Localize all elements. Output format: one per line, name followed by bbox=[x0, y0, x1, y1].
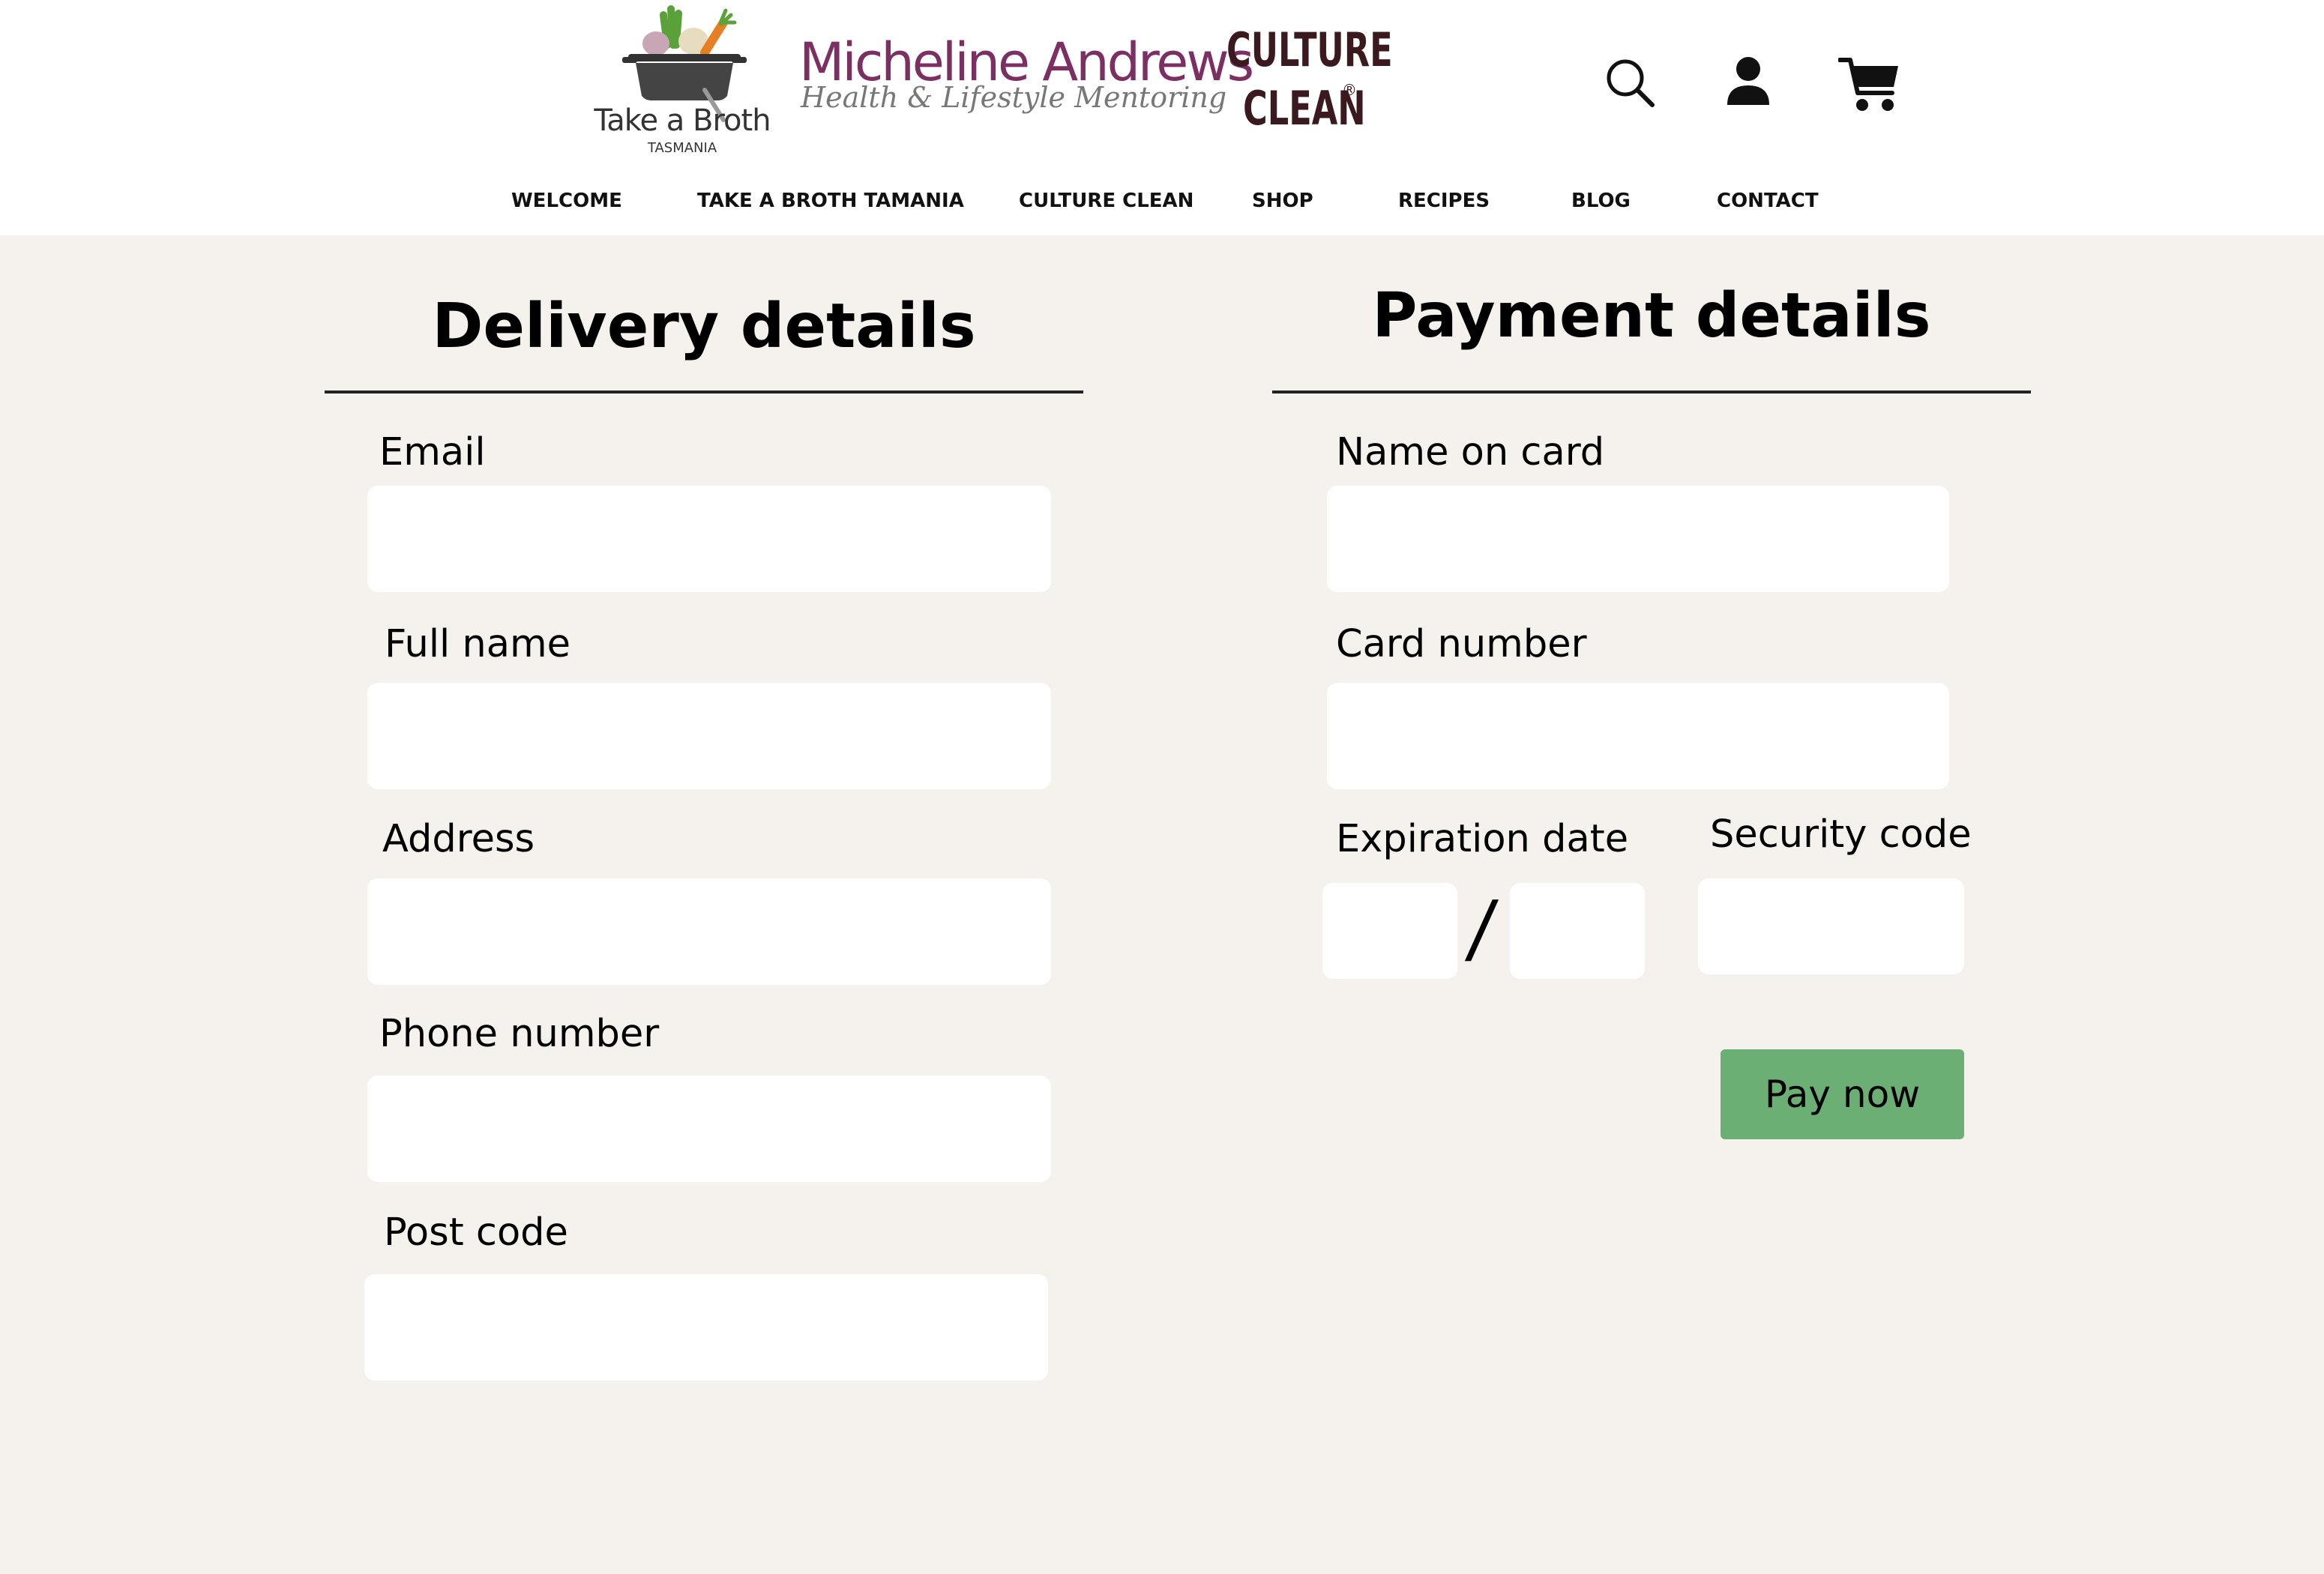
phone-number-field[interactable] bbox=[367, 1076, 1051, 1182]
broth-logo-subtext: TASMANIA bbox=[647, 140, 717, 156]
culture-clean-logo-line2[interactable]: CLEAN bbox=[1243, 81, 1366, 136]
phone-number-label: Phone number bbox=[379, 1012, 660, 1056]
post-code-label: Post code bbox=[384, 1210, 568, 1255]
nav-recipes[interactable]: RECIPES bbox=[1398, 190, 1490, 212]
registered-mark: ® bbox=[1342, 81, 1357, 99]
payment-divider bbox=[1272, 391, 2031, 394]
security-code-field[interactable] bbox=[1698, 878, 1964, 974]
search-icon[interactable] bbox=[1604, 57, 1657, 109]
cart-icon[interactable] bbox=[1837, 55, 1901, 114]
nav-culture-clean[interactable]: CULTURE CLEAN bbox=[1019, 190, 1193, 212]
user-icon[interactable] bbox=[1724, 55, 1772, 108]
full-name-field[interactable] bbox=[367, 683, 1051, 789]
card-number-label: Card number bbox=[1336, 622, 1587, 666]
expiry-month-field[interactable] bbox=[1322, 883, 1457, 979]
nav-contact[interactable]: CONTACT bbox=[1717, 190, 1819, 212]
expiry-year-field[interactable] bbox=[1510, 883, 1645, 979]
security-code-label: Security code bbox=[1710, 812, 1972, 857]
delivery-details-title: Delivery details bbox=[432, 291, 976, 362]
full-name-label: Full name bbox=[385, 622, 571, 666]
expiry-separator: / bbox=[1463, 884, 1501, 972]
nav-shop[interactable]: SHOP bbox=[1252, 190, 1313, 212]
email-field[interactable] bbox=[367, 486, 1051, 592]
address-label: Address bbox=[382, 817, 535, 861]
nav-welcome[interactable]: WELCOME bbox=[511, 190, 622, 212]
name-on-card-field[interactable] bbox=[1327, 486, 1949, 592]
pay-now-button[interactable]: Pay now bbox=[1721, 1049, 1964, 1139]
email-label: Email bbox=[379, 430, 486, 474]
address-field[interactable] bbox=[367, 878, 1051, 985]
site-header: Take a Broth TASMANIA Micheline Andrews … bbox=[0, 0, 2324, 235]
broth-logo-text: Take a Broth bbox=[594, 103, 771, 138]
post-code-field[interactable] bbox=[364, 1274, 1048, 1381]
expiration-date-label: Expiration date bbox=[1336, 817, 1629, 861]
name-on-card-label: Name on card bbox=[1336, 430, 1605, 474]
culture-clean-logo-line1[interactable]: CULTURE bbox=[1226, 22, 1393, 77]
delivery-divider bbox=[325, 391, 1083, 394]
nav-blog[interactable]: BLOG bbox=[1571, 190, 1631, 212]
mentoring-tagline: Health & Lifestyle Mentoring bbox=[801, 81, 1227, 114]
card-number-field[interactable] bbox=[1327, 683, 1949, 789]
nav-take-a-broth[interactable]: TAKE A BROTH TAMANIA bbox=[697, 190, 964, 212]
payment-details-title: Payment details bbox=[1372, 280, 1931, 352]
